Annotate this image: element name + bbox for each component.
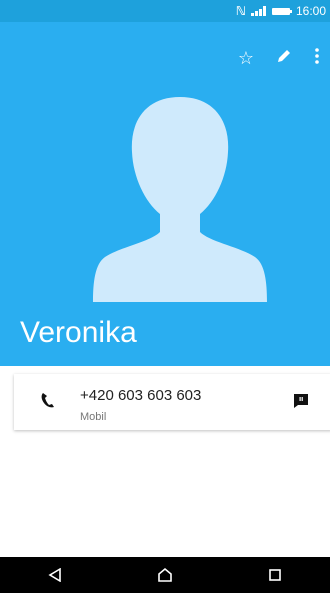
status-time: 16:00 xyxy=(295,4,326,18)
battery-icon xyxy=(271,7,292,15)
more-vert-icon[interactable] xyxy=(314,48,320,67)
message-icon[interactable] xyxy=(292,392,310,410)
phone-label: Mobil xyxy=(80,411,107,423)
star-outline-icon[interactable]: ☆ xyxy=(238,49,254,67)
pencil-icon-glyph xyxy=(278,50,290,62)
navigation-bar xyxy=(0,557,330,593)
back-triangle-icon[interactable] xyxy=(48,568,62,582)
contact-avatar-icon xyxy=(93,97,267,302)
contact-name: Veronika xyxy=(20,316,137,349)
recents-square-icon[interactable] xyxy=(268,568,282,582)
pencil-icon[interactable] xyxy=(276,48,292,67)
status-bar: ℕ 16:00 xyxy=(0,0,330,22)
header-actions: ☆ xyxy=(238,48,320,67)
signal-icon xyxy=(250,6,266,16)
contact-header: ☆ Veronika xyxy=(0,22,330,366)
more-vert-glyph xyxy=(315,48,319,64)
nfc-icon: ℕ xyxy=(235,4,246,18)
phone-entry-card[interactable]: +420 603 603 603 Mobil xyxy=(14,374,330,430)
phone-icon[interactable] xyxy=(38,390,58,410)
phone-number[interactable]: +420 603 603 603 xyxy=(80,387,201,404)
home-icon[interactable] xyxy=(157,567,173,583)
